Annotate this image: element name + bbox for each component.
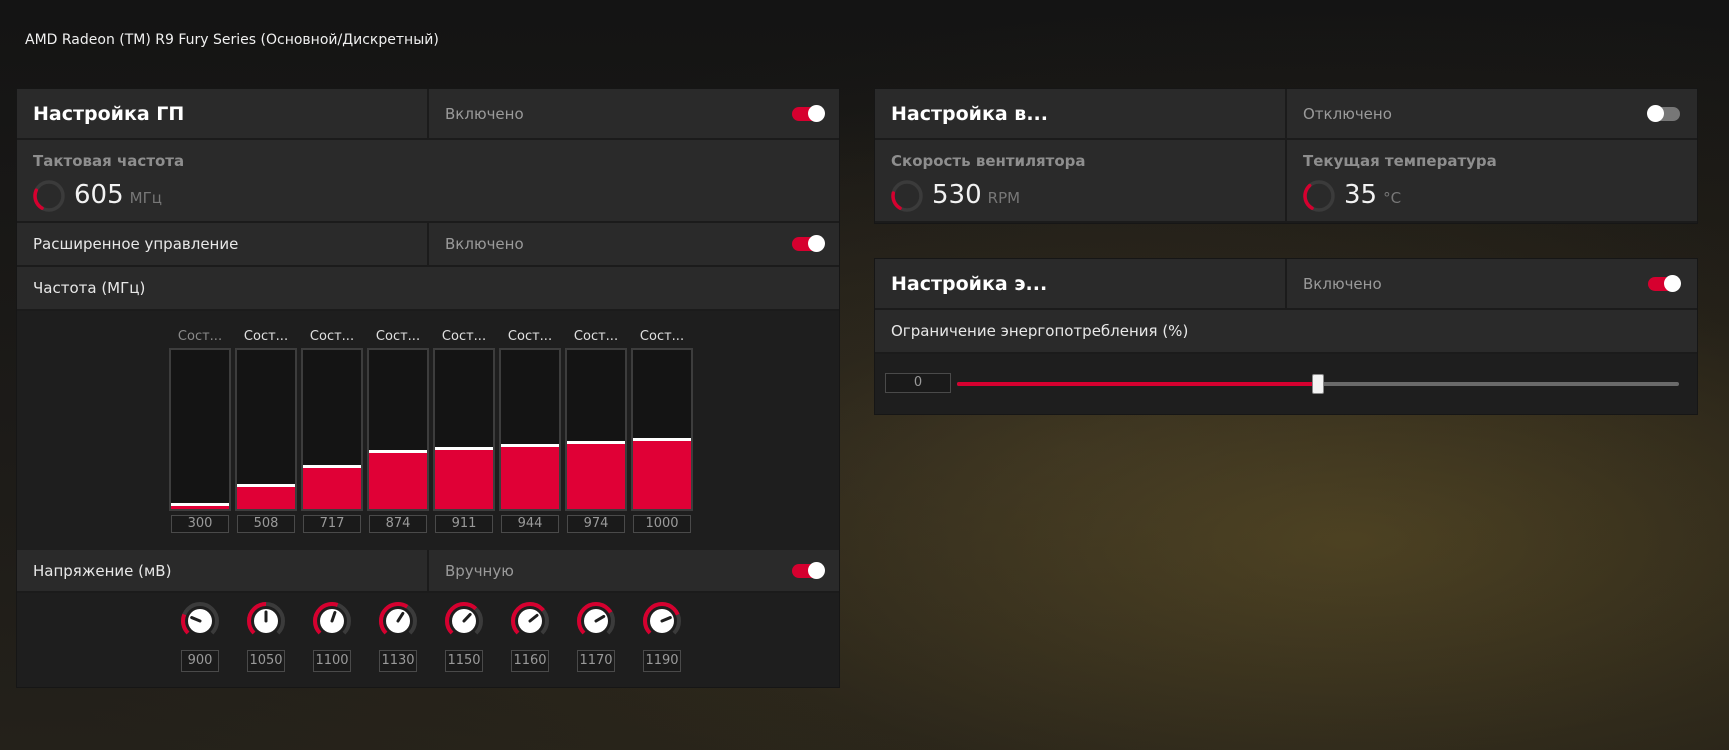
gpu-clock-row: Тактовая частота 605 МГц [17,140,839,223]
state-label: Сост... [243,329,289,344]
power-header-row: Настройка э... Включено [875,259,1697,310]
voltage-toggle[interactable] [792,562,825,579]
frequency-state-bar[interactable] [301,348,363,511]
voltage-knob-icon[interactable] [510,601,550,641]
voltage-knob-icon[interactable] [312,601,352,641]
voltage-label: Напряжение (мВ) [33,561,172,580]
frequency-header-row: Частота (МГц) [17,267,839,311]
advanced-control-label: Расширенное управление [33,235,239,253]
fan-tuning-panel: Настройка в... Отключено Скорость вентил… [875,89,1697,223]
voltage-value-input[interactable]: 1150 [445,650,483,672]
frequency-value-input[interactable]: 1000 [633,515,691,533]
voltage-row: Напряжение (мВ) Вручную [17,550,839,593]
frequency-value-input[interactable]: 300 [171,515,229,533]
frequency-value-input[interactable]: 874 [369,515,427,533]
gpu-tuning-panel: Настройка ГП Включено Тактовая частота 6… [17,89,839,687]
frequency-state-fill [435,447,493,509]
voltage-value-input[interactable]: 1170 [577,650,615,672]
frequency-state-bar[interactable] [367,348,429,511]
temperature-label: Текущая температура [1303,152,1497,170]
advanced-control-toggle[interactable] [792,235,825,252]
frequency-header: Частота (МГц) [33,279,146,297]
state-label: Сост... [309,329,355,344]
state-label: Сост... [177,329,223,344]
frequency-state-fill [633,438,691,509]
gpu-header-row: Настройка ГП Включено [17,89,839,140]
power-tuning-panel: Настройка э... Включено Ограничение энер… [875,259,1697,414]
power-limit-slider-fill [957,382,1318,386]
fan-speed-label: Скорость вентилятора [891,152,1086,170]
gpu-tuning-toggle[interactable] [792,105,825,122]
frequency-state-fill [501,444,559,509]
fan-speed-value: 530 [932,180,982,210]
voltage-knobs: 900 1050 1100 1130 1150 1160 1170 1190 [17,593,839,687]
frequency-state-bar[interactable] [235,348,297,511]
voltage-knob-icon[interactable] [642,601,682,641]
advanced-control-row: Расширенное управление Включено [17,223,839,267]
frequency-state-fill [171,503,229,509]
frequency-value-input[interactable]: 911 [435,515,493,533]
gpu-tuning-status: Включено [445,104,524,123]
voltage-knob-icon[interactable] [576,601,616,641]
frequency-value-input[interactable]: 717 [303,515,361,533]
frequency-value-input[interactable]: 944 [501,515,559,533]
state-label: Сост... [507,329,553,344]
state-label: Сост... [441,329,487,344]
temperature-gauge-icon [1303,180,1335,212]
fan-speed-gauge-icon [891,180,923,212]
power-tuning-title: Настройка э... [891,272,1048,295]
frequency-value-input[interactable]: 974 [567,515,625,533]
state-label: Сост... [639,329,685,344]
fan-tuning-status: Отключено [1303,104,1392,123]
fan-header-row: Настройка в... Отключено [875,89,1697,140]
frequency-state-bar[interactable] [169,348,231,511]
gpu-clock-label: Тактовая частота [33,152,185,170]
voltage-value-input[interactable]: 900 [181,650,219,672]
frequency-value-input[interactable]: 508 [237,515,295,533]
advanced-control-status: Включено [445,235,524,253]
gpu-clock-gauge-icon [33,180,65,212]
frequency-state-bar[interactable] [433,348,495,511]
gpu-clock-unit: МГц [129,189,162,207]
gpu-tuning-title: Настройка ГП [33,102,185,125]
frequency-state-fill [303,465,361,509]
power-tuning-status: Включено [1303,274,1382,293]
power-limit-input[interactable]: 0 [885,373,951,393]
frequency-state-fill [369,450,427,509]
frequency-state-fill [237,484,295,509]
power-limit-row: Ограничение энергопотребления (%) [875,310,1697,354]
state-label: Сост... [375,329,421,344]
power-limit-slider-handle[interactable] [1312,374,1324,394]
fan-tuning-toggle[interactable] [1647,105,1680,122]
frequency-state-bar[interactable] [499,348,561,511]
power-limit-label: Ограничение энергопотребления (%) [891,322,1189,340]
temperature-value: 35 [1344,180,1378,210]
voltage-value-input[interactable]: 1050 [247,650,285,672]
gpu-clock-value: 605 [74,180,124,210]
voltage-knob-icon[interactable] [378,601,418,641]
voltage-knob-icon[interactable] [444,601,484,641]
frequency-state-bar[interactable] [631,348,693,511]
device-title: AMD Radeon (TM) R9 Fury Series (Основной… [25,32,439,48]
fan-tuning-title: Настройка в... [891,102,1048,125]
fan-speed-unit: RPM [987,189,1021,207]
power-tuning-toggle[interactable] [1648,275,1681,292]
voltage-knob-icon[interactable] [180,601,220,641]
voltage-value-input[interactable]: 1190 [643,650,681,672]
frequency-states: Сост... 300 Сост... 508 Сост... 717 Сост... 874… [17,311,839,551]
voltage-value-input[interactable]: 1160 [511,650,549,672]
fan-metrics-row: Скорость вентилятора 530 RPM Текущая тем… [875,140,1697,223]
voltage-status: Вручную [445,561,514,580]
frequency-state-fill [567,441,625,509]
temperature-unit: °C [1383,189,1402,207]
frequency-state-bar[interactable] [565,348,627,511]
state-label: Сост... [573,329,619,344]
voltage-value-input[interactable]: 1130 [379,650,417,672]
voltage-value-input[interactable]: 1100 [313,650,351,672]
voltage-knob-icon[interactable] [246,601,286,641]
